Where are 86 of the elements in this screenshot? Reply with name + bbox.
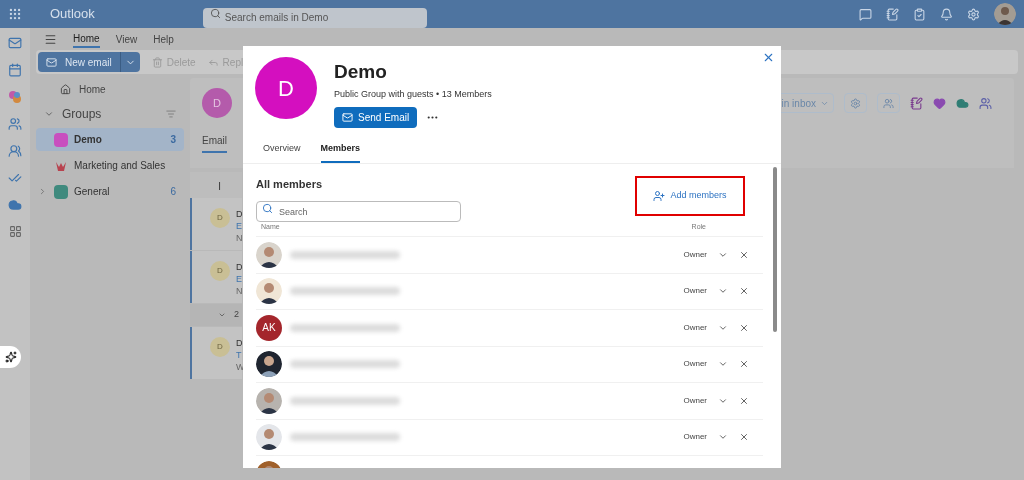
remove-member-icon[interactable] (739, 395, 749, 406)
remove-member-icon[interactable] (739, 286, 749, 297)
email-tab[interactable]: Email (202, 133, 227, 153)
sender-avatar: D (210, 208, 230, 228)
subject-text: E (236, 273, 243, 285)
search-icon (209, 8, 221, 19)
cloud-icon[interactable] (8, 198, 22, 212)
scrollbar[interactable] (773, 167, 777, 332)
preview-text: N (236, 285, 243, 297)
mail-icon (342, 111, 353, 123)
mail-icon (46, 56, 57, 68)
groups-icon[interactable] (8, 144, 22, 158)
role-text: Owner (683, 248, 707, 261)
send-email-button[interactable]: Send Email (334, 106, 418, 128)
close-button[interactable] (762, 51, 775, 64)
add-members-button[interactable]: Add members (635, 176, 745, 216)
notifications-icon[interactable] (940, 7, 953, 21)
group-subtitle: Public Group with guests • 13 Members (334, 88, 492, 101)
sparkle-icon (4, 351, 17, 363)
sender-avatar: D (210, 261, 230, 281)
ribbon-tab[interactable]: Help (153, 30, 174, 48)
todo-icon[interactable] (8, 171, 22, 185)
profile-avatar[interactable] (994, 3, 1016, 25)
new-email-button[interactable]: New email (38, 52, 120, 72)
sender-name: D (236, 261, 243, 273)
search-icon (262, 202, 273, 214)
copilot-icon[interactable] (8, 90, 22, 104)
new-email-dropdown[interactable] (119, 52, 140, 72)
role-text: Owner (683, 394, 707, 407)
teams-icon[interactable] (979, 96, 992, 110)
notebook-icon[interactable] (910, 96, 923, 110)
copilot-button[interactable] (0, 346, 21, 368)
section-title: All members (256, 177, 324, 192)
date-group-header[interactable]: 2 (190, 304, 242, 326)
app-name: Outlook (50, 5, 95, 24)
apps-icon[interactable] (8, 225, 22, 238)
dialog-tab[interactable]: Members (320, 141, 361, 163)
unread-count: 3 (170, 133, 176, 147)
ribbon-tab[interactable]: Home (73, 30, 100, 48)
groups-heading: Groups (62, 106, 102, 123)
ribbon-tab[interactable]: View (115, 30, 138, 48)
unread-count: 6 (170, 185, 176, 199)
menu-icon[interactable] (44, 32, 57, 46)
role-text: Owner (683, 358, 707, 371)
add-person-icon (653, 190, 666, 202)
sender-name: D (236, 208, 243, 220)
group-avatar: D (255, 57, 317, 119)
home-icon (60, 83, 71, 95)
chat-icon[interactable] (859, 7, 872, 21)
remove-member-icon[interactable] (739, 359, 749, 370)
preview-text: N (236, 232, 243, 244)
remove-member-icon[interactable] (739, 249, 749, 260)
settings-icon[interactable] (967, 7, 980, 21)
remove-member-icon[interactable] (739, 432, 749, 443)
home-label: Home (79, 82, 106, 97)
dialog-tab[interactable]: Overview (263, 141, 301, 163)
caret-icon (218, 311, 226, 319)
calendar-icon[interactable] (8, 63, 22, 77)
member-avatar: AK (256, 314, 282, 341)
search-field[interactable]: Search (256, 201, 461, 222)
message-item[interactable]: D D E N (190, 251, 242, 303)
role-text: Owner (683, 431, 707, 444)
app-launcher-icon[interactable] (8, 7, 22, 21)
list-heading: I (190, 172, 242, 198)
subject-text: E (236, 220, 243, 232)
cloud-icon[interactable] (956, 96, 969, 110)
group-title: Demo (334, 60, 388, 84)
sender-name: D (236, 337, 244, 349)
settings-icon (850, 97, 861, 109)
role-text: Owner (683, 321, 707, 334)
collapse-icon[interactable] (44, 109, 54, 119)
remove-member-icon[interactable] (739, 322, 749, 333)
heart-icon[interactable] (933, 96, 946, 110)
search-field[interactable]: Search emails in Demo (202, 7, 427, 28)
subject-text: T (236, 349, 243, 361)
role-text: Owner (683, 285, 707, 298)
group-avatar: D (202, 88, 232, 118)
home-item[interactable]: Home (36, 78, 184, 100)
sender-avatar: D (210, 337, 230, 357)
trash-icon (151, 56, 163, 68)
group-item[interactable]: Demo 3 (36, 128, 184, 151)
mail-icon[interactable] (8, 36, 22, 50)
tasks-icon[interactable] (913, 7, 926, 21)
message-item[interactable]: D D E N (190, 198, 242, 250)
people-icon[interactable] (8, 117, 22, 131)
people-icon (883, 97, 894, 109)
